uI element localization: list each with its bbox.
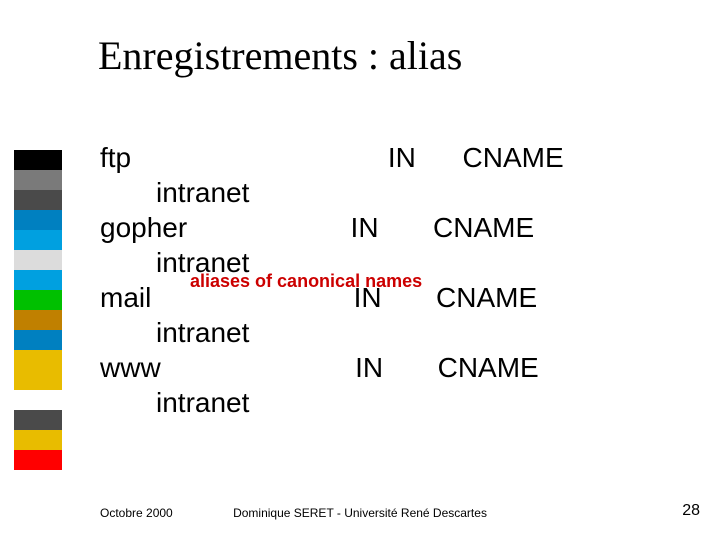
dns-record-target: intranet (100, 315, 660, 350)
sidebar-band (14, 150, 62, 170)
dns-record-line: www IN CNAME (100, 350, 660, 385)
sidebar-band (14, 450, 62, 470)
footer-author: Dominique SERET - Université René Descar… (233, 506, 487, 520)
sidebar-band (14, 350, 62, 370)
dns-record-target: intranet (100, 385, 660, 420)
slide-body: ftp IN CNAMEintranetgopher IN CNAMEintra… (100, 140, 660, 420)
sidebar-band (14, 250, 62, 270)
sidebar-band (14, 170, 62, 190)
footer-date: Octobre 2000 (100, 506, 173, 520)
sidebar-band (14, 190, 62, 210)
annotation-aliases: aliases of canonical names (190, 270, 422, 293)
sidebar-band (14, 430, 62, 450)
dns-record-line: mail IN CNAMEaliases of canonical names (100, 280, 660, 315)
sidebar-band (14, 270, 62, 290)
sidebar-band (14, 390, 62, 410)
dns-record-line: ftp IN CNAME (100, 140, 660, 175)
sidebar-band (14, 210, 62, 230)
sidebar-band (14, 310, 62, 330)
dns-record-target: intranet (100, 175, 660, 210)
sidebar-band (14, 330, 62, 350)
slide-title: Enregistrements : alias (98, 32, 462, 79)
footer-page-number: 28 (682, 502, 700, 520)
sidebar-band (14, 410, 62, 430)
sidebar-band (14, 370, 62, 390)
sidebar-band (14, 230, 62, 250)
sidebar-band (14, 290, 62, 310)
dns-record-line: gopher IN CNAME (100, 210, 660, 245)
slide: Enregistrements : alias ftp IN CNAMEintr… (0, 0, 720, 540)
decorative-sidebar (14, 150, 62, 470)
